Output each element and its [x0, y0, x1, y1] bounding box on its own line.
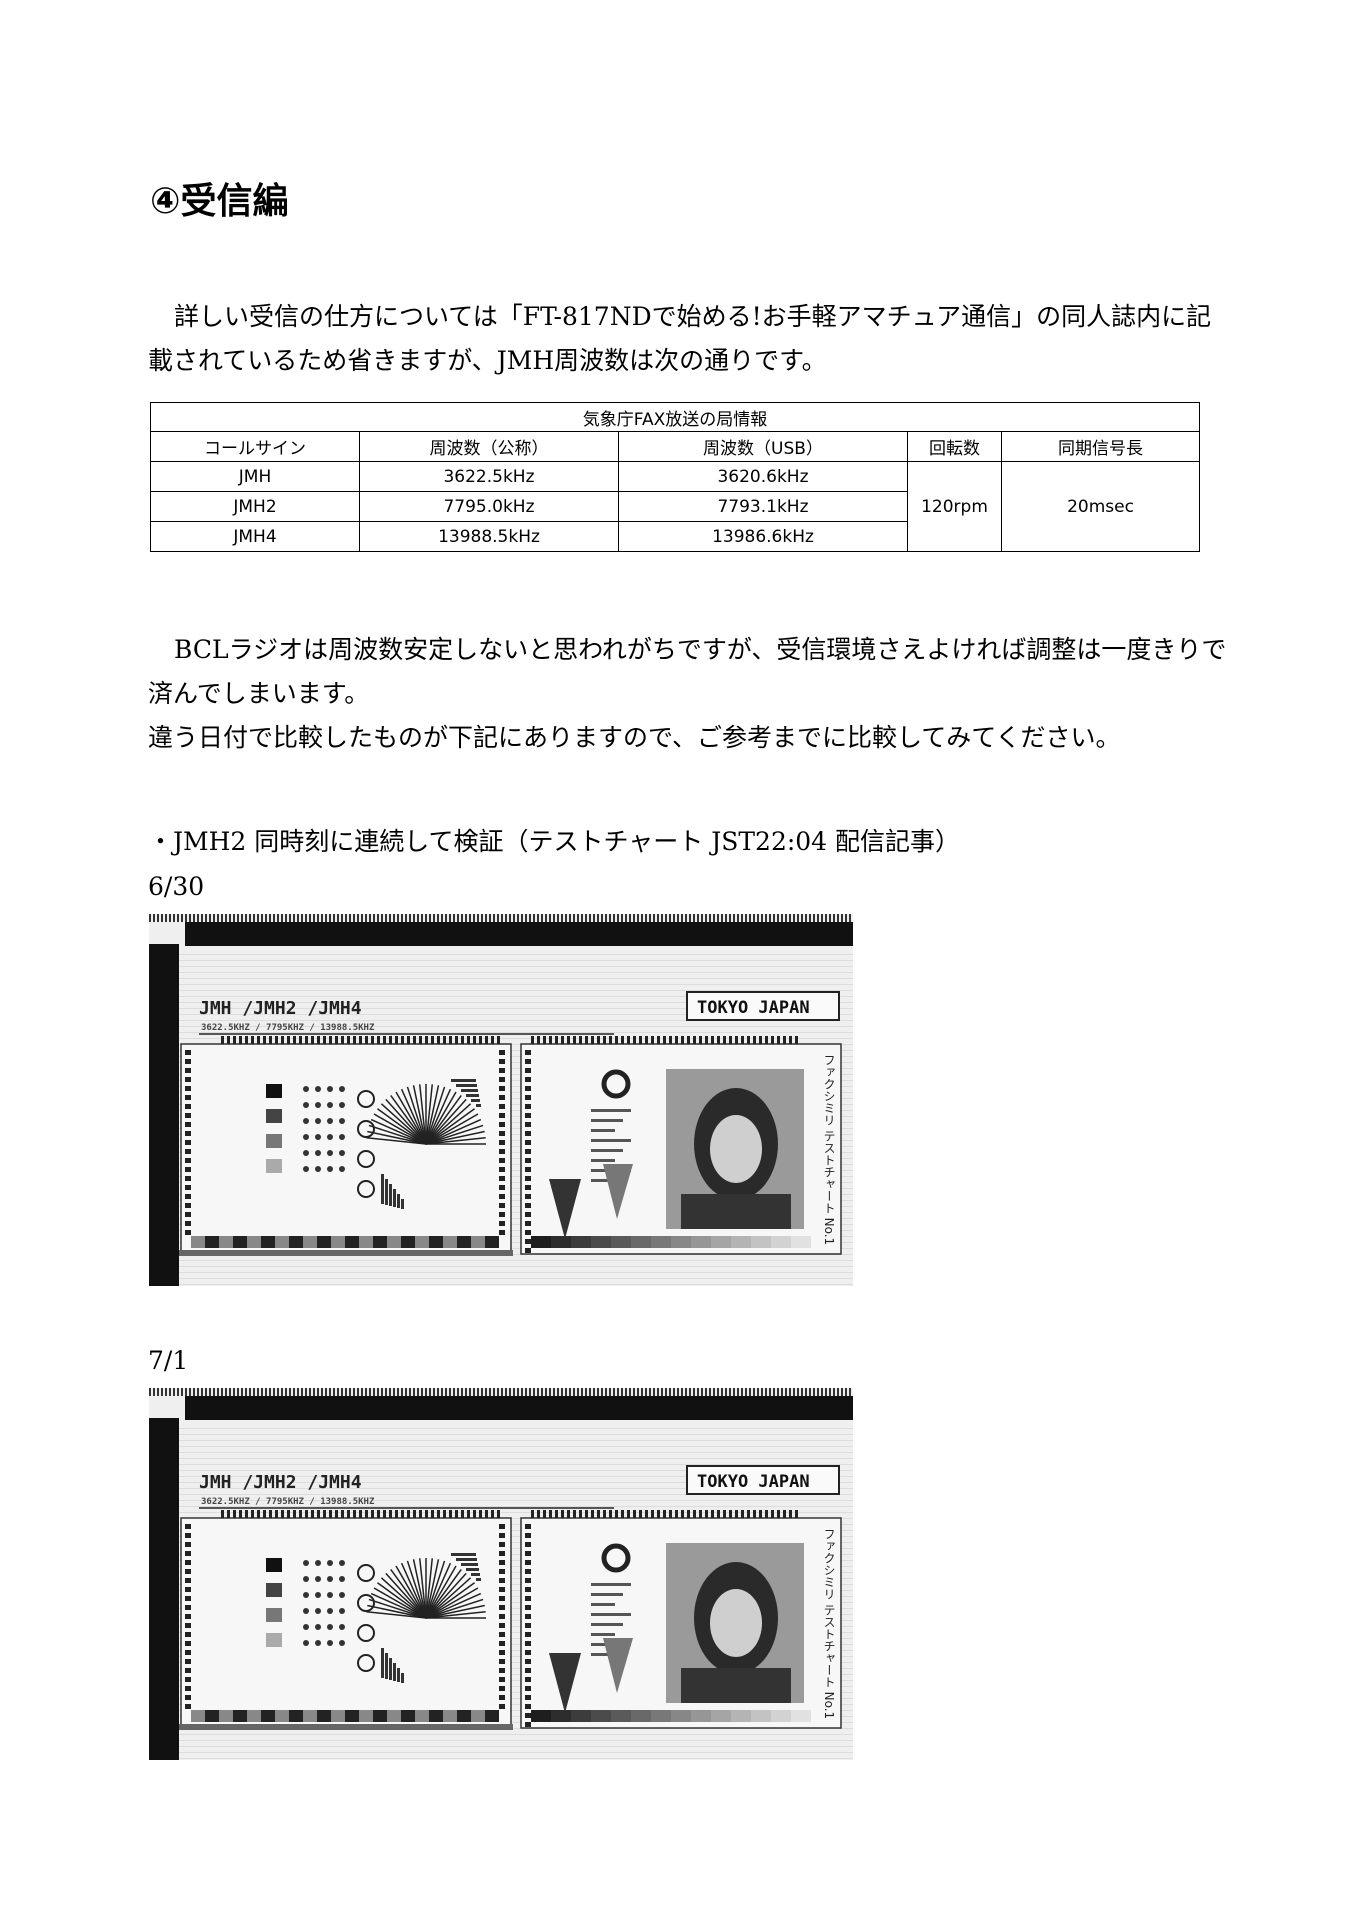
callsign-cell: JMH [150, 461, 360, 492]
usb-frequency-cell: 3620.6kHz [618, 461, 908, 492]
usb-frequency-cell: 13986.6kHz [618, 521, 908, 552]
header-callsign: コールサイン [150, 431, 360, 462]
table-caption: 気象庁FAX放送の局情報 [150, 402, 1200, 432]
section-heading: ④受信編 [150, 181, 289, 222]
stability-paragraph: BCLラジオは周波数安定しないと思われがちですが、受信環境さえよければ調整は一度… [148, 635, 1227, 708]
intro-paragraph: 詳しい受信の仕方については「FT-817NDで始める!お手軽アマチュア通信」の同… [148, 302, 1212, 375]
rpm-cell: 120rpm [907, 461, 1002, 552]
fax-location-label: TOKYO JAPAN [697, 998, 810, 1018]
header-nominal-frequency: 周波数（公称） [359, 431, 619, 462]
callsign-cell: JMH4 [150, 521, 360, 552]
station-info-table: 気象庁FAX放送の局情報 コールサイン 周波数（公称） 周波数（USB） 回転数… [150, 402, 1200, 552]
fax-date-label: 7/1 [148, 1346, 189, 1375]
verification-bullet: ・JMH2 同時刻に連続して検証（テストチャート JST22:04 配信記事） [148, 827, 961, 856]
fax-side-text: ファクシミリ テストチャート No.1 [822, 1054, 836, 1245]
fax-date-label: 6/30 [148, 872, 205, 901]
sync-length-cell: 20msec [1001, 461, 1200, 552]
nominal-frequency-cell: 3622.5kHz [359, 461, 619, 492]
nominal-frequency-cell: 7795.0kHz [359, 491, 619, 522]
header-sync-length: 同期信号長 [1001, 431, 1200, 462]
fax-frequency-labels: 3622.5KHZ / 7795KHZ / 13988.5KHZ [201, 1023, 375, 1033]
callsign-cell: JMH2 [150, 491, 360, 522]
nominal-frequency-cell: 13988.5kHz [359, 521, 619, 552]
fax-frequency-labels: 3622.5KHZ / 7795KHZ / 13988.5KHZ [201, 1497, 375, 1507]
usb-frequency-cell: 7793.1kHz [618, 491, 908, 522]
fax-station-labels: JMH /JMH2 /JMH4 [199, 998, 362, 1019]
table-row: JMH 3622.5kHz 3620.6kHz 120rpm 20msec [150, 461, 1200, 552]
comparison-paragraph: 違う日付で比較したものが下記にありますので、ご参考までに比較してみてください。 [148, 723, 1121, 752]
header-usb-frequency: 周波数（USB） [618, 431, 908, 462]
header-rpm: 回転数 [907, 431, 1002, 462]
fax-side-text: ファクシミリ テストチャート No.1 [822, 1528, 836, 1719]
fax-test-chart-image: JMH /JMH2 /JMH4 3622.5KHZ / 7795KHZ / 139… [149, 1388, 853, 1760]
table-header-row: コールサイン 周波数（公称） 周波数（USB） 回転数 同期信号長 [150, 431, 1200, 462]
fax-location-label: TOKYO JAPAN [697, 1472, 810, 1492]
fax-test-chart-image: JMH /JMH2 /JMH4 3622.5KHZ / 7795KHZ / 139… [149, 914, 853, 1286]
fax-station-labels: JMH /JMH2 /JMH4 [199, 1472, 362, 1493]
